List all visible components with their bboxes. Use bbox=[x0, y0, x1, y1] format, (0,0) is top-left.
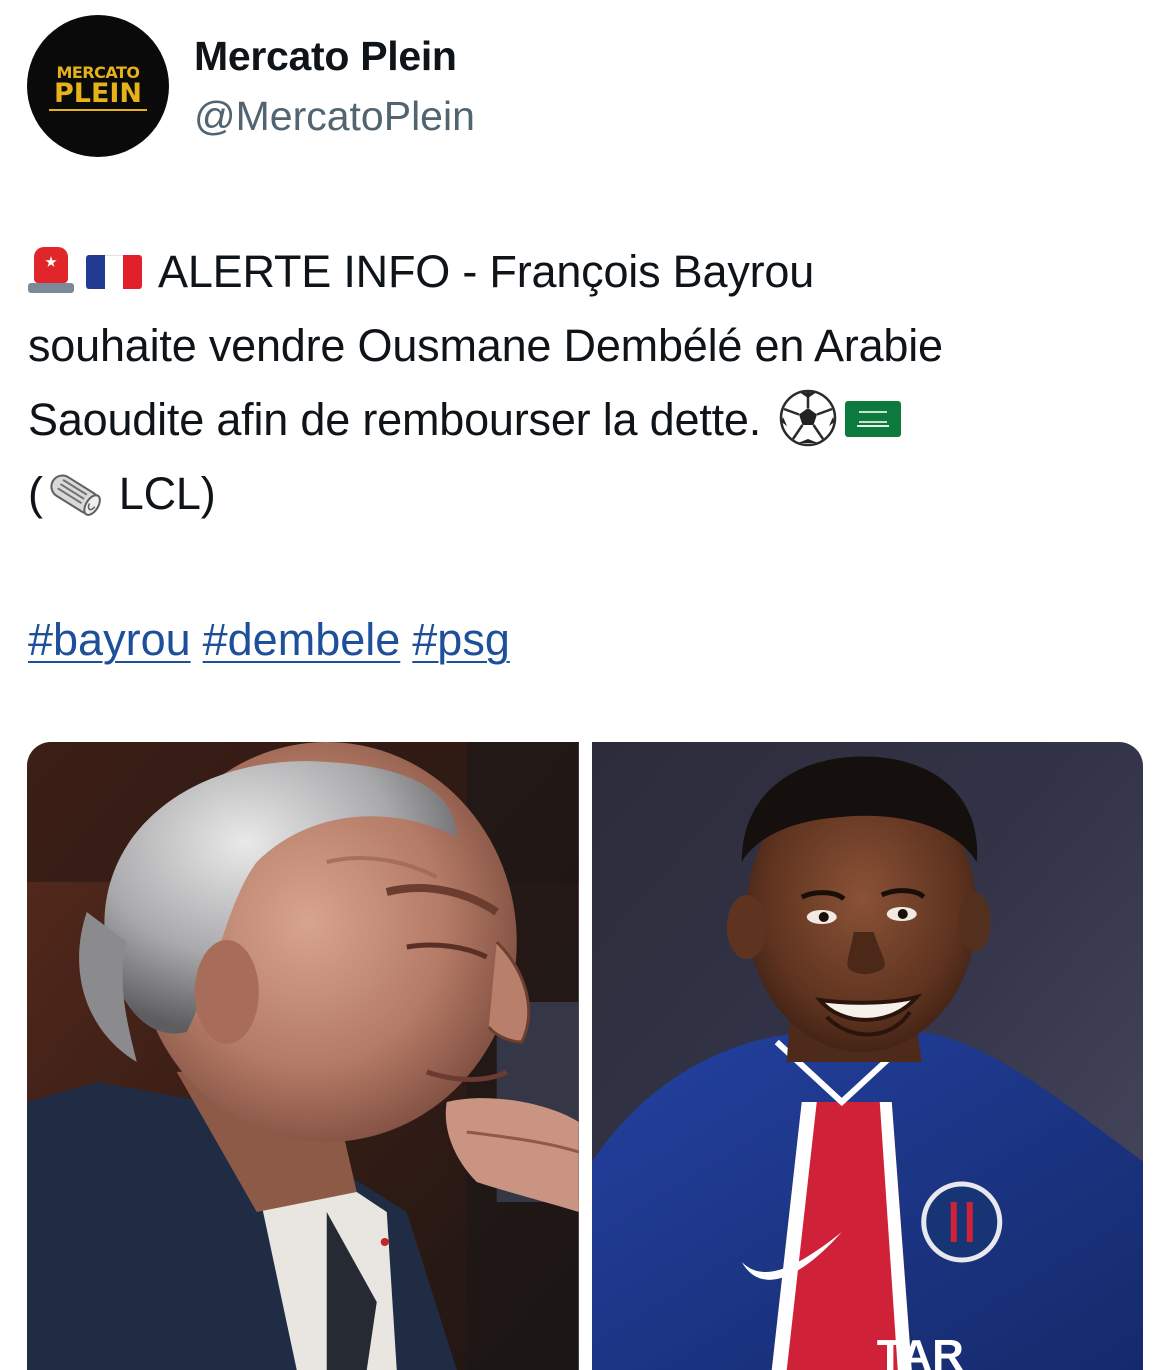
soccer-ball-icon bbox=[779, 389, 837, 447]
photo-bayrou-image bbox=[27, 742, 579, 1370]
jersey-sponsor-text: TAR bbox=[876, 1331, 963, 1370]
tweet-line-4-open: ( bbox=[28, 468, 43, 519]
avatar-logo-rule bbox=[49, 109, 147, 111]
tweet-header: MERCATO PLEIN Mercato Plein @MercatoPlei… bbox=[27, 15, 1137, 157]
hashtag-row: #bayrou #dembele #psg bbox=[28, 605, 522, 675]
avatar[interactable]: MERCATO PLEIN bbox=[27, 15, 169, 157]
rolled-newspaper-icon bbox=[45, 469, 107, 521]
tweet-line-1: ALERTE INFO - François Bayrou bbox=[158, 246, 815, 297]
tweet-source: LCL) bbox=[118, 468, 216, 519]
hashtag-bayrou-link[interactable]: #bayrou bbox=[28, 614, 191, 665]
tweet-line-2: souhaite vendre Ousmane Dembélé en Arabi… bbox=[28, 320, 943, 371]
avatar-logo-bottom: PLEIN bbox=[53, 78, 143, 109]
media-grid: TAR bbox=[27, 742, 1143, 1370]
author-display-name[interactable]: Mercato Plein bbox=[194, 33, 457, 80]
author-handle[interactable]: @MercatoPlein bbox=[194, 93, 475, 140]
france-flag-icon bbox=[86, 255, 142, 289]
saudi-arabia-flag-icon bbox=[845, 401, 902, 437]
hashtag-psg-link[interactable]: #psg bbox=[412, 614, 510, 665]
photo-bayrou[interactable] bbox=[27, 742, 579, 1370]
tweet-text: ALERTE INFO - François Bayrou souhaite v… bbox=[28, 235, 1148, 531]
hashtag-dembele-link[interactable]: #dembele bbox=[203, 614, 401, 665]
avatar-logo: MERCATO PLEIN bbox=[49, 65, 147, 111]
tweet-line-3: Saoudite afin de rembourser la dette. bbox=[28, 394, 762, 445]
photo-dembele-image: TAR bbox=[591, 742, 1143, 1370]
rotating-light-icon bbox=[28, 245, 74, 295]
photo-dembele[interactable]: TAR bbox=[591, 742, 1143, 1370]
